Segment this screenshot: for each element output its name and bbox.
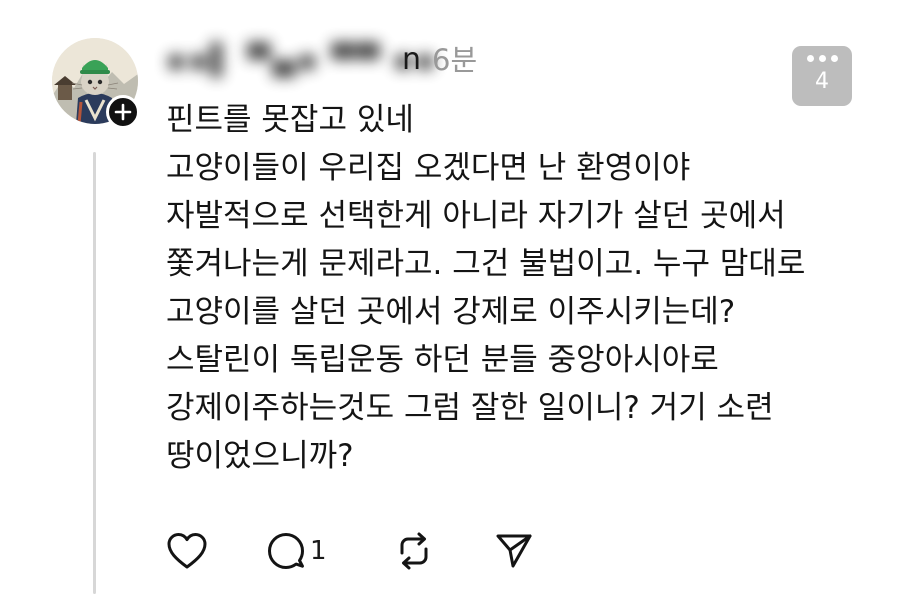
post-text-line: 고양이를 살던 곳에서 강제로 이주시키는데? — [166, 294, 736, 330]
post-text-line: 강제이주하는것도 그럼 잘한 일이니? 거기 소련 — [166, 390, 774, 426]
plus-icon — [114, 103, 132, 121]
repost-icon — [400, 532, 428, 570]
username[interactable]: ▪▪▌ ▀▄▪ ▀▀ ▪▪ n — [166, 42, 436, 78]
follow-button[interactable] — [106, 95, 140, 129]
post-text-line: 고양이들이 우리집 오겠다면 난 환영이야 — [166, 150, 691, 186]
more-count: 4 — [815, 69, 829, 94]
post-text-line: 자발적으로 선택한게 아니라 자기가 살던 곳에서 — [166, 198, 786, 234]
more-dots-icon — [792, 55, 852, 62]
username-blurred: ▪▪▌ ▀▄▪ ▀▀ ▪▪ — [166, 42, 438, 78]
thread-line — [93, 152, 96, 594]
like-button[interactable] — [166, 529, 208, 573]
repost-button[interactable] — [394, 529, 434, 573]
reply-button[interactable]: 1 — [266, 529, 327, 573]
send-icon — [496, 534, 532, 568]
username-visible-tail: n — [401, 42, 421, 77]
post-text: 핀트를 못잡고 있네 고양이들이 우리집 오겠다면 난 환영이야 자발적으로 선… — [166, 96, 886, 480]
post-text-line: 쫓겨나는게 문제라고. 그건 불법이고. 누구 맘대로 — [166, 246, 806, 282]
post-text-line: 핀트를 못잡고 있네 — [166, 102, 414, 138]
reply-count: 1 — [310, 536, 327, 566]
speech-bubble-icon — [268, 533, 304, 569]
share-button[interactable] — [494, 529, 534, 573]
post-text-line: 스탈린이 독립운동 하던 분들 중앙아시아로 — [166, 342, 719, 378]
heart-icon — [167, 533, 207, 569]
post-timestamp: 6분 — [432, 43, 478, 77]
post-text-line: 땅이었으니까? — [166, 438, 354, 474]
